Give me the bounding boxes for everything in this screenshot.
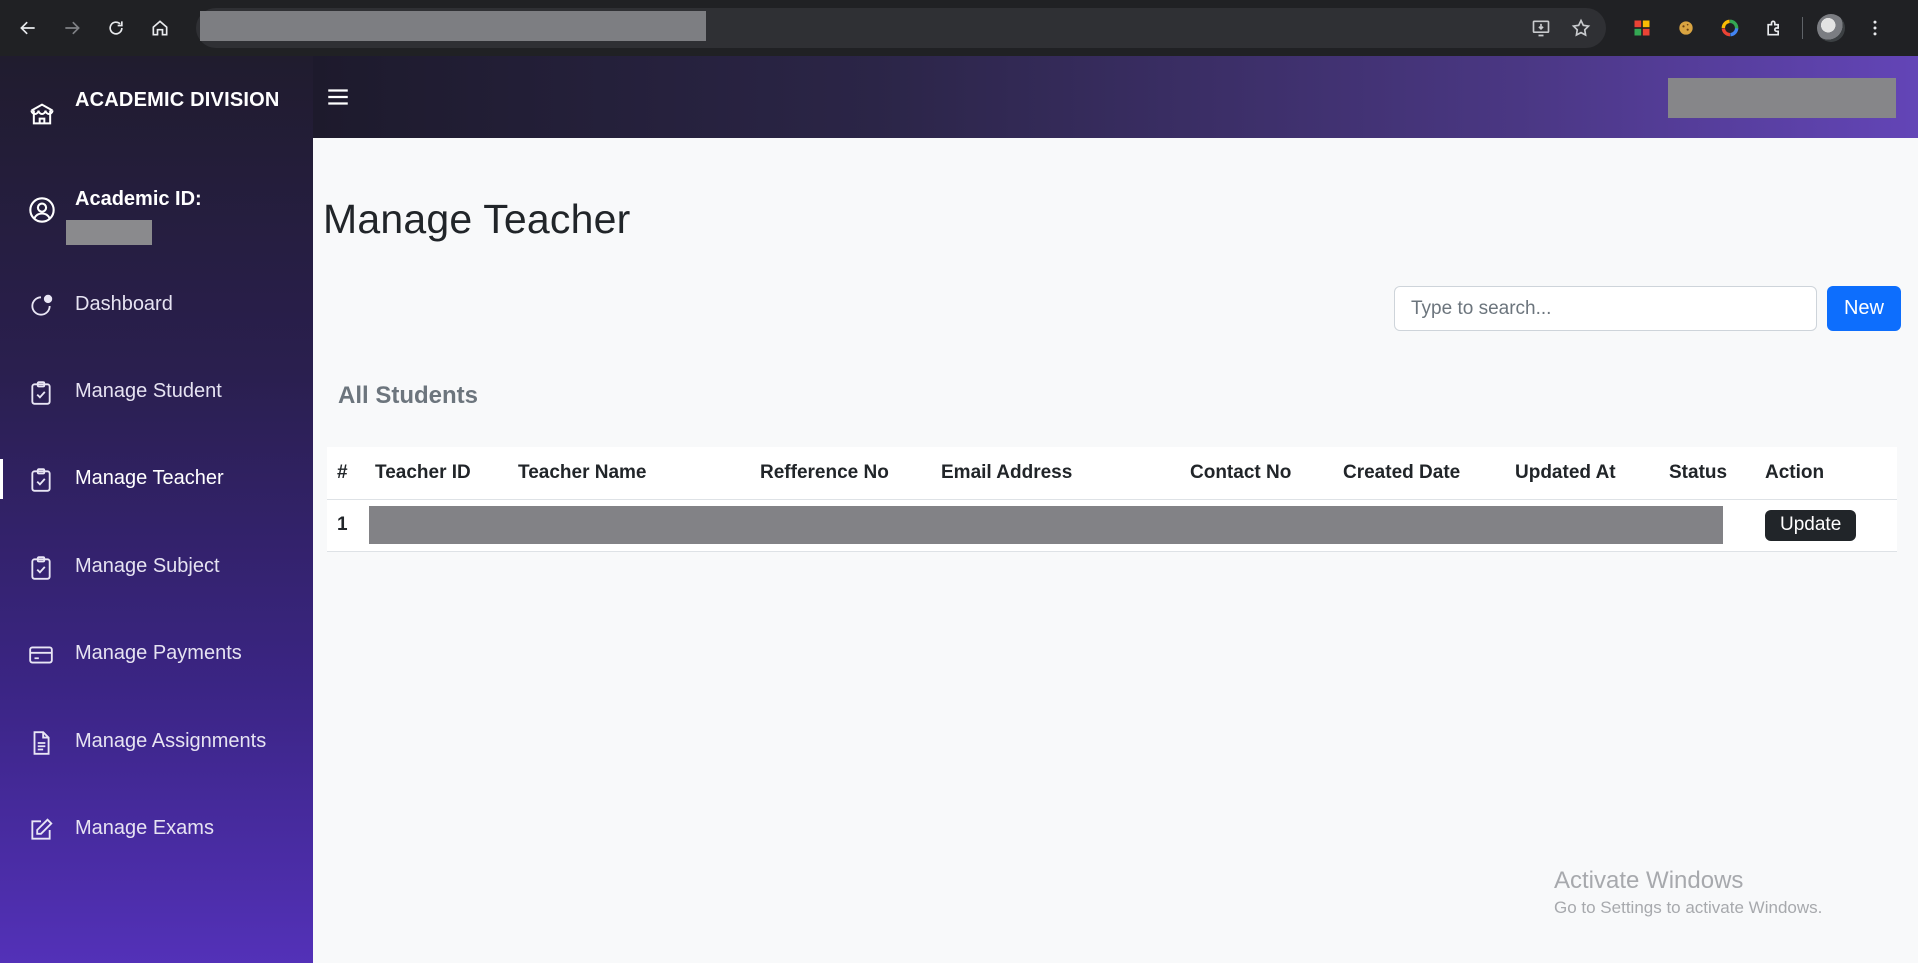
redacted-row-data — [365, 499, 1755, 552]
school-icon — [28, 100, 56, 128]
reload-icon[interactable] — [94, 0, 138, 56]
column-header: Updated At — [1505, 447, 1659, 500]
redacted-url — [200, 11, 706, 41]
row-action-cell: Update — [1755, 499, 1897, 552]
section-title: All Students — [338, 382, 479, 409]
sidebar-item-label: Manage Teacher — [75, 467, 224, 489]
main-content: Manage Teacher New All Students # Teache… — [313, 138, 1918, 963]
update-button[interactable]: Update — [1765, 509, 1857, 541]
sidebar-item-label: Manage Student — [75, 380, 222, 402]
table-header-row: # Teacher ID Teacher Name Refference No … — [327, 447, 1897, 500]
column-header: Action — [1755, 447, 1897, 500]
sidebar-item-dashboard[interactable]: Dashboard — [0, 282, 313, 328]
sidebar-item-manage-assignments[interactable]: Manage Assignments — [0, 719, 313, 765]
browser-toolbar — [0, 0, 1918, 56]
sidebar-item-label: Manage Assignments — [75, 730, 267, 752]
column-header: # — [327, 447, 365, 500]
user-circle-icon — [28, 196, 56, 224]
dashboard-icon — [28, 293, 54, 319]
sidebar-item-manage-student[interactable]: Manage Student — [0, 369, 313, 415]
sidebar-item-manage-exams[interactable]: Manage Exams — [0, 806, 313, 852]
puzzle-icon[interactable] — [1752, 0, 1796, 56]
extensions-area — [1620, 0, 1897, 56]
forward-arrow-icon[interactable] — [50, 0, 94, 56]
redacted-academic-id — [66, 220, 152, 245]
sidebar-item-manage-subject[interactable]: Manage Subject — [0, 544, 313, 590]
academic-id-label: Academic ID: — [75, 188, 202, 210]
sidebar-item-label: Manage Payments — [75, 642, 242, 664]
clipboard-check-icon — [28, 380, 54, 406]
star-icon[interactable] — [1571, 18, 1591, 38]
hamburger-menu-icon[interactable] — [325, 84, 351, 108]
redacted-user-info[interactable] — [1668, 78, 1896, 118]
extension-colorblocks-icon[interactable] — [1620, 0, 1664, 56]
clipboard-check-icon — [28, 555, 54, 581]
credit-card-icon — [28, 642, 54, 668]
row-index: 1 — [327, 499, 365, 552]
toolbar-divider — [1802, 17, 1803, 39]
column-header: Contact No — [1180, 447, 1333, 500]
sidebar-item-manage-payments[interactable]: Manage Payments — [0, 631, 313, 677]
sidebar-item-label: Dashboard — [75, 293, 173, 315]
install-app-icon[interactable] — [1531, 18, 1551, 38]
new-button[interactable]: New — [1827, 286, 1901, 331]
address-bar[interactable] — [196, 8, 1606, 48]
sidebar-item-manage-teacher[interactable]: Manage Teacher — [0, 456, 313, 502]
profile-avatar[interactable] — [1809, 0, 1853, 56]
column-header: Status — [1659, 447, 1755, 500]
column-header: Teacher ID — [365, 447, 508, 500]
color-wheel-icon[interactable] — [1708, 0, 1752, 56]
sidebar-item-label: Manage Exams — [75, 817, 214, 839]
teachers-table: # Teacher ID Teacher Name Refference No … — [327, 447, 1897, 552]
page-title: Manage Teacher — [323, 196, 631, 242]
watermark-title: Activate Windows — [1554, 867, 1744, 894]
search-input[interactable] — [1394, 286, 1817, 331]
column-header: Email Address — [931, 447, 1180, 500]
kebab-menu-icon[interactable] — [1853, 0, 1897, 56]
column-header: Refference No — [750, 447, 931, 500]
edit-icon — [28, 817, 54, 843]
back-arrow-icon[interactable] — [6, 0, 50, 56]
table-row: 1 Update — [327, 499, 1897, 552]
document-icon — [28, 730, 54, 756]
column-header: Created Date — [1333, 447, 1505, 500]
top-header — [313, 56, 1918, 138]
brand-title: ACADEMIC DIVISION — [75, 89, 280, 111]
column-header: Teacher Name — [508, 447, 750, 500]
cookie-icon[interactable] — [1664, 0, 1708, 56]
sidebar: ACADEMIC DIVISION Academic ID: Dashboard… — [0, 56, 313, 963]
activate-windows-watermark: Activate Windows Go to Settings to activ… — [1554, 866, 1822, 920]
home-icon[interactable] — [138, 0, 182, 56]
sidebar-item-label: Manage Subject — [75, 555, 220, 577]
watermark-subtitle: Go to Settings to activate Windows. — [1554, 898, 1823, 917]
clipboard-check-icon — [28, 467, 54, 493]
